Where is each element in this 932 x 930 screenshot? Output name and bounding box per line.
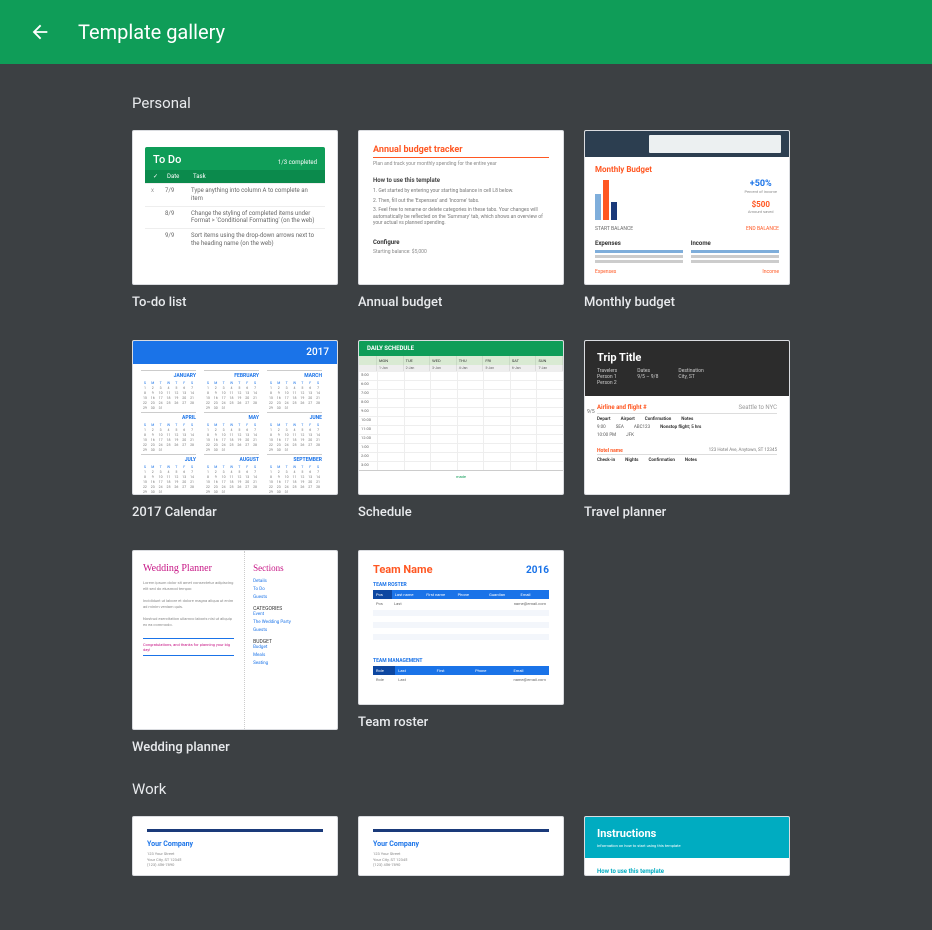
todo-col-check: ✓: [153, 173, 167, 180]
wedding-sections: Sections: [253, 563, 329, 573]
monthly-amount: $500: [744, 200, 777, 209]
template-monthly-budget[interactable]: Monthly Budget START BALANCE END BALANCE…: [584, 130, 790, 310]
annual-howto: How to use this template: [373, 177, 549, 184]
section-label-personal: Personal: [132, 94, 932, 112]
annual-configure: Configure: [373, 239, 549, 246]
thumbnail-schedule: DAILY SCHEDULE MONTUEWEDTHUFRISATSUN 1-J…: [358, 340, 564, 495]
todo-col-task: Task: [193, 173, 206, 180]
calendar-year: 2017: [133, 341, 337, 364]
template-calendar[interactable]: 2017 JANUARYSMTWTFS123456789101112131415…: [132, 340, 338, 520]
todo-col-date: Date: [167, 173, 193, 180]
thumbnail-annual: Annual budget tracker Plan and track you…: [358, 130, 564, 285]
template-label: Schedule: [358, 505, 564, 520]
template-instructions[interactable]: Instructions Information on how to start…: [584, 816, 790, 876]
app-header: Template gallery: [0, 0, 932, 64]
thumbnail-wedding: Wedding Planner Lorem ipsum dolor sit am…: [132, 550, 338, 730]
annual-title: Annual budget tracker: [373, 145, 549, 158]
template-label: Monthly budget: [584, 295, 790, 310]
template-label: Wedding planner: [132, 740, 338, 755]
roster-team: Team Name: [373, 563, 433, 576]
content: Personal To Do 1/3 completed ✓ Date Task…: [0, 64, 932, 876]
thumbnail-travel: Trip Title TravelersPerson 1Person 2 Dat…: [584, 340, 790, 495]
schedule-title: DAILY SCHEDULE: [359, 341, 563, 356]
template-todo[interactable]: To Do 1/3 completed ✓ Date Task x7/9Type…: [132, 130, 338, 310]
monthly-percent: +50%: [744, 179, 777, 189]
template-label: Annual budget: [358, 295, 564, 310]
template-label: To-do list: [132, 295, 338, 310]
thumbnail-todo: To Do 1/3 completed ✓ Date Task x7/9Type…: [132, 130, 338, 285]
thumbnail-calendar: 2017 JANUARYSMTWTFS123456789101112131415…: [132, 340, 338, 495]
template-travel[interactable]: Trip Title TravelersPerson 1Person 2 Dat…: [584, 340, 790, 520]
page-title: Template gallery: [78, 20, 225, 44]
monthly-title: Monthly Budget: [595, 165, 779, 174]
template-wedding[interactable]: Wedding Planner Lorem ipsum dolor sit am…: [132, 550, 338, 730]
todo-progress: 1/3 completed: [278, 159, 317, 166]
grid-work: Your Company 123 Your Street Your City, …: [132, 816, 932, 876]
thumbnail-timesheet: Your Company 123 Your Street Your City, …: [358, 816, 564, 876]
todo-title: To Do: [153, 153, 181, 166]
roster-year: 2016: [526, 565, 549, 576]
thumbnail-monthly: Monthly Budget START BALANCE END BALANCE…: [584, 130, 790, 285]
trip-title: Trip Title: [597, 351, 777, 364]
annual-subtitle: Plan and track your monthly spending for…: [373, 161, 549, 167]
thumbnail-roster: Team Name 2016 TEAM ROSTER Pos Last name…: [358, 550, 564, 705]
wedding-title: Wedding Planner: [143, 563, 234, 574]
template-schedule[interactable]: DAILY SCHEDULE MONTUEWEDTHUFRISATSUN 1-J…: [358, 340, 564, 520]
section-label-work: Work: [132, 780, 932, 798]
template-label: 2017 Calendar: [132, 505, 338, 520]
thumbnail-instructions: Instructions Information on how to start…: [584, 816, 790, 876]
template-label: Team roster: [358, 715, 564, 730]
arrow-back-icon: [29, 21, 51, 43]
template-annual-budget[interactable]: Annual budget tracker Plan and track you…: [358, 130, 564, 310]
grid-personal: To Do 1/3 completed ✓ Date Task x7/9Type…: [132, 130, 932, 730]
back-button[interactable]: [20, 12, 60, 52]
template-timesheet[interactable]: Your Company 123 Your Street Your City, …: [358, 816, 564, 876]
template-invoice[interactable]: Your Company 123 Your Street Your City, …: [132, 816, 338, 876]
template-roster[interactable]: Team Name 2016 TEAM ROSTER Pos Last name…: [358, 550, 564, 730]
thumbnail-invoice: Your Company 123 Your Street Your City, …: [132, 816, 338, 876]
template-label: Travel planner: [584, 505, 790, 520]
